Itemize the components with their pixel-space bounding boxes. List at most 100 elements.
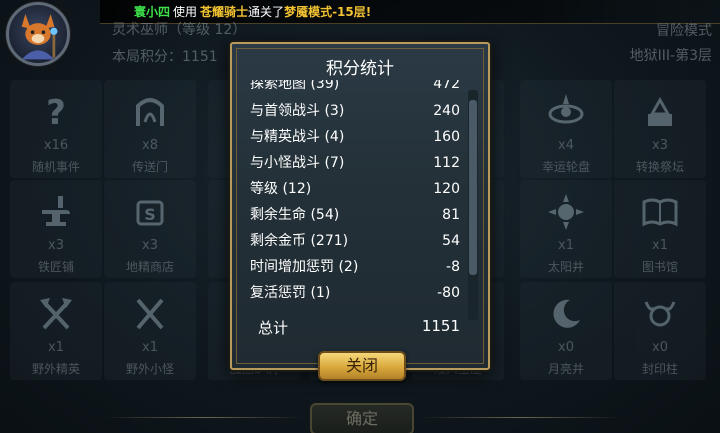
seal-icon (640, 294, 680, 334)
event-count: x8 (142, 138, 158, 153)
event-label: 野外精英 (31, 362, 80, 376)
event-count: x1 (558, 238, 574, 253)
score-row-name: 与小怪战斗 (7) (250, 155, 345, 171)
broadcast-hero: 苍耀骑士 (200, 5, 249, 19)
event-tile[interactable]: x3 铁匠铺 (10, 180, 102, 278)
shop-icon: S (130, 192, 170, 232)
anvil-icon (36, 192, 76, 232)
event-tile[interactable]: ? x16 随机事件 (10, 80, 102, 178)
broadcast-verb: 使用 (173, 5, 198, 19)
score-row-name: 剩余生命 (54) (250, 207, 340, 223)
event-label: 传送门 (131, 160, 168, 174)
score-row: 剩余生命 (54) 81 (250, 205, 460, 225)
floor-indicator: 地狱III-第3层 (629, 48, 712, 64)
event-count: x4 (558, 138, 574, 153)
event-label: 幸运轮盘 (541, 160, 590, 174)
event-count: x0 (652, 340, 668, 355)
score-row: 剩余金币 (271) 54 (250, 231, 460, 251)
score-row: 与首领战斗 (3) 240 (250, 101, 460, 121)
svg-text:?: ? (46, 93, 66, 132)
score-list[interactable]: 探索地图 (39) 472 与首领战斗 (3) 240 与精英战斗 (4) 160 与… (250, 80, 460, 344)
event-label: 封印柱 (641, 362, 678, 376)
crossed-axes-icon (36, 294, 76, 334)
question-icon: ? (36, 92, 76, 133)
bottom-divider-right (420, 417, 620, 418)
event-count: x3 (48, 238, 64, 253)
event-count: x16 (43, 138, 69, 153)
portal-icon (130, 92, 170, 132)
total-value: 1151 (421, 317, 460, 335)
dialog-title: 积分统计 (326, 59, 394, 79)
fox-mage-portrait (21, 14, 58, 60)
event-label: 太阳井 (547, 260, 584, 274)
book-icon (640, 192, 680, 232)
score-row: 与精英战斗 (4) 160 (250, 127, 460, 147)
score-row: 等级 (12) 120 (250, 179, 460, 199)
score-row-name: 等级 (12) (250, 181, 312, 197)
score-row: 与小怪战斗 (7) 112 (250, 153, 460, 173)
moon-icon (546, 294, 586, 334)
scrollbar-thumb[interactable] (469, 100, 477, 275)
score-row-value: 81 (442, 207, 460, 223)
score-row-name: 剩余金币 (271) (250, 233, 349, 249)
game-mode: 冒险模式 (656, 23, 712, 39)
hero-class-level: 灵术巫师（等级 12） (112, 22, 247, 38)
event-tile[interactable]: x4 幸运轮盘 (520, 80, 612, 178)
score-row-name: 与首领战斗 (3) (250, 103, 345, 119)
broadcast-player[interactable]: 寰小四 (134, 5, 170, 19)
sun-icon (546, 192, 586, 232)
score-row-value: 160 (433, 129, 460, 145)
score-row: 时间增加惩罚 (2) -8 (250, 257, 460, 277)
score-row: 探索地图 (39) 472 (250, 80, 460, 94)
wheel-icon (546, 92, 586, 132)
event-tile[interactable]: Sx3 地精商店 (104, 180, 196, 278)
event-tile[interactable]: x0 月亮井 (520, 282, 612, 380)
event-label: 地精商店 (125, 260, 174, 274)
run-score: 本局积分：1151 (112, 49, 218, 65)
event-label: 月亮井 (547, 362, 584, 376)
score-row-value: -80 (437, 285, 460, 301)
confirm-button[interactable]: 确定 (310, 403, 414, 433)
event-tile[interactable]: x1 野外小怪 (104, 282, 196, 380)
bottom-divider-left (104, 417, 304, 418)
score-row-value: 120 (433, 181, 460, 197)
event-count: x3 (142, 238, 158, 253)
score-row-value: -8 (446, 259, 460, 275)
event-tile[interactable]: x1 图书馆 (614, 180, 706, 278)
crossed-swords-icon (130, 294, 170, 334)
event-count: x0 (558, 340, 574, 355)
event-count: x1 (48, 340, 64, 355)
event-tile[interactable]: x3 转换祭坛 (614, 80, 706, 178)
broadcast-middle: 通关了 (248, 5, 285, 19)
score-row-value: 240 (433, 103, 460, 119)
score-row-value: 472 (433, 80, 460, 92)
score-list-scrollbar[interactable] (468, 90, 478, 320)
total-label: 总计 (258, 319, 289, 337)
event-tile[interactable]: x1 野外精英 (10, 282, 102, 380)
event-count: x3 (652, 138, 668, 153)
event-count: x1 (652, 238, 668, 253)
svg-text:S: S (144, 205, 156, 224)
score-summary-dialog: 积分统计 探索地图 (39) 472 与首领战斗 (3) 240 与精英战斗 (4)… (230, 42, 490, 370)
event-tile[interactable]: x0 封印柱 (614, 282, 706, 380)
total-row: 总计 1151 (258, 317, 460, 338)
event-label: 图书馆 (641, 260, 678, 274)
close-button[interactable]: 关闭 (318, 351, 406, 381)
event-label: 随机事件 (31, 160, 80, 174)
score-row-name: 探索地图 (39) (250, 80, 340, 92)
broadcast-mode: 梦魇模式-15层! (284, 5, 372, 19)
event-count: x1 (142, 340, 158, 355)
altar-icon (640, 92, 680, 132)
score-row: 复活惩罚 (1) -80 (250, 283, 460, 303)
score-row-value: 54 (442, 233, 460, 249)
score-row-name: 时间增加惩罚 (2) (250, 259, 359, 275)
score-row-name: 复活惩罚 (1) (250, 285, 331, 301)
player-avatar[interactable] (6, 2, 70, 66)
event-tile[interactable]: x8 传送门 (104, 80, 196, 178)
score-row-value: 112 (433, 155, 460, 171)
event-tile[interactable]: x1 太阳井 (520, 180, 612, 278)
event-label: 转换祭坛 (635, 160, 684, 174)
event-label: 铁匠铺 (37, 260, 74, 274)
event-label: 野外小怪 (125, 362, 174, 376)
score-row-name: 与精英战斗 (4) (250, 129, 345, 145)
